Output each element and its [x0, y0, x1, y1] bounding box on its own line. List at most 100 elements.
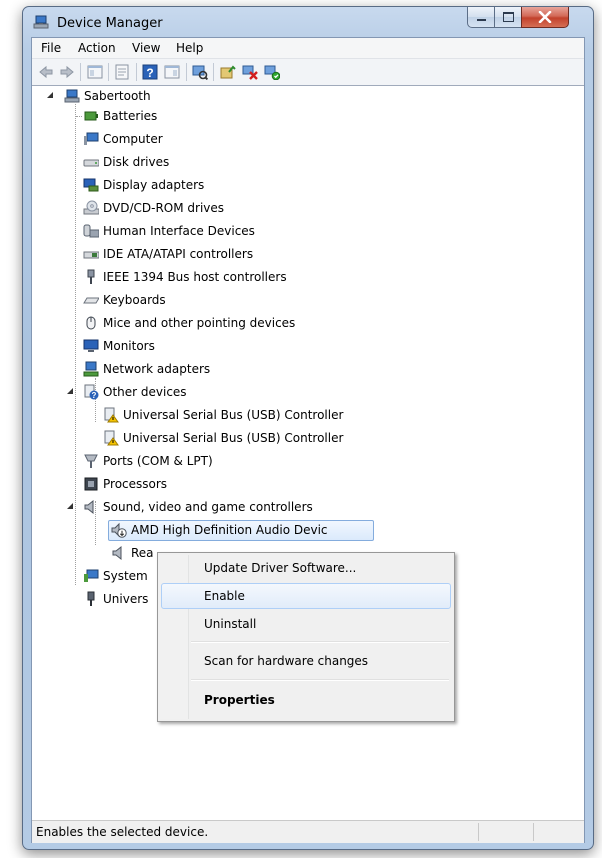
uninstall-icon[interactable] — [242, 64, 258, 80]
expand-icon[interactable] — [67, 111, 73, 121]
tree-item-sound-video[interactable]: Sound, video and game controllers — [38, 497, 358, 517]
menu-help[interactable]: Help — [176, 41, 203, 55]
tree-item-label: DVD/CD-ROM drives — [103, 201, 225, 215]
expand-icon[interactable] — [67, 249, 73, 259]
tree-item-hid[interactable]: Human Interface Devices — [38, 221, 298, 241]
menu-view[interactable]: View — [132, 41, 160, 55]
menu-item-enable[interactable]: Enable — [161, 583, 451, 609]
mouse-icon — [86, 316, 96, 330]
toolbar: ? — [32, 59, 584, 86]
forward-icon[interactable] — [59, 64, 75, 80]
tree-item-ide-ata[interactable]: IDE ATA/ATAPI controllers — [38, 244, 298, 264]
collapse-icon[interactable] — [67, 388, 73, 394]
tree-item-usb-controller-1[interactable]: Universal Serial Bus (USB) Controller — [38, 405, 438, 425]
show-hide-console-tree-icon[interactable] — [87, 64, 103, 80]
tree-item-amd-audio[interactable]: AMD High Definition Audio Devic — [38, 520, 378, 540]
tree-item-label: Other devices — [103, 385, 187, 399]
tree-item-computer[interactable]: Computer — [38, 129, 298, 149]
svg-text:?: ? — [92, 391, 97, 400]
expand-icon[interactable] — [67, 272, 73, 282]
expand-icon[interactable] — [67, 134, 73, 144]
close-icon — [538, 11, 552, 23]
expand-icon[interactable] — [67, 180, 73, 190]
hid-icon — [83, 224, 99, 238]
menu-action[interactable]: Action — [78, 41, 116, 55]
ieee1394-icon — [87, 269, 95, 284]
tree-item-label: Human Interface Devices — [103, 224, 255, 238]
system-device-icon — [84, 569, 99, 582]
minimize-icon — [477, 19, 486, 21]
collapse-icon[interactable] — [47, 92, 53, 98]
tree-item-label: Ports (COM & LPT) — [103, 454, 213, 468]
tree-item-label: IEEE 1394 Bus host controllers — [103, 270, 287, 284]
expand-icon[interactable] — [67, 479, 73, 489]
toolbar-separator — [136, 63, 137, 81]
menu-item-label: Update Driver Software... — [204, 561, 357, 575]
expand-icon[interactable] — [67, 571, 73, 581]
collapse-icon[interactable] — [67, 503, 73, 509]
expand-icon[interactable] — [67, 203, 73, 213]
svg-text:?: ? — [146, 66, 153, 80]
tree-item-label: IDE ATA/ATAPI controllers — [103, 247, 254, 261]
enable-icon[interactable] — [264, 64, 280, 80]
tree-item-keyboards[interactable]: Keyboards — [38, 290, 298, 310]
tree-item-label: Display adapters — [103, 178, 205, 192]
tree-item-other-devices[interactable]: ? Other devices — [38, 382, 298, 402]
expand-icon[interactable] — [67, 318, 73, 328]
port-icon — [84, 454, 98, 468]
monitor-icon — [83, 339, 99, 352]
tree-item-label: Univers — [103, 592, 149, 606]
tree-item-dvd-cd-rom[interactable]: DVD/CD-ROM drives — [38, 198, 298, 218]
tree-root[interactable]: Sabertooth — [38, 86, 238, 106]
tree-item-ieee1394[interactable]: IEEE 1394 Bus host controllers — [38, 267, 298, 287]
help-icon[interactable]: ? — [142, 64, 158, 80]
dvd-drive-icon — [83, 200, 99, 215]
menu-file[interactable]: File — [41, 41, 61, 55]
tree-item-display-adapters[interactable]: Display adapters — [38, 175, 298, 195]
computer-icon — [84, 132, 99, 145]
menu-item-uninstall[interactable]: Uninstall — [161, 612, 449, 636]
expand-icon[interactable] — [67, 157, 73, 167]
expand-icon[interactable] — [67, 594, 73, 604]
menu-item-label: Scan for hardware changes — [204, 654, 369, 668]
menu-separator — [191, 679, 449, 681]
warning-device-icon — [104, 407, 119, 423]
maximize-button[interactable] — [494, 7, 523, 28]
menu-item-update-driver[interactable]: Update Driver Software... — [161, 556, 449, 580]
show-action-pane-icon[interactable] — [164, 64, 180, 80]
scan-hardware-icon[interactable] — [192, 64, 208, 80]
minimize-button[interactable] — [467, 7, 496, 28]
tree-item-batteries[interactable]: Batteries — [38, 106, 298, 126]
menu-item-scan-hardware[interactable]: Scan for hardware changes — [161, 649, 449, 673]
title-bar[interactable]: Device Manager — [23, 7, 593, 37]
disabled-speaker-icon — [111, 522, 127, 538]
processor-icon — [84, 477, 98, 491]
expand-icon[interactable] — [67, 226, 73, 236]
expand-icon[interactable] — [67, 456, 73, 466]
tree-item-label: Universal Serial Bus (USB) Controller — [123, 408, 344, 422]
expand-icon[interactable] — [67, 364, 73, 374]
tree-item-ports[interactable]: Ports (COM & LPT) — [38, 451, 298, 471]
properties-icon[interactable] — [114, 64, 130, 80]
device-manager-window: Device Manager File Action View Help ? S… — [22, 6, 594, 850]
maximize-icon — [503, 12, 514, 22]
tree-item-usb-controller-2[interactable]: Universal Serial Bus (USB) Controller — [38, 428, 438, 448]
expand-icon[interactable] — [67, 295, 73, 305]
tree-item-processors[interactable]: Processors — [38, 474, 298, 494]
tree-item-mice[interactable]: Mice and other pointing devices — [38, 313, 338, 333]
back-icon[interactable] — [38, 64, 54, 80]
expand-icon[interactable] — [67, 341, 73, 351]
tree-item-network-adapters[interactable]: Network adapters — [38, 359, 298, 379]
update-driver-icon[interactable] — [220, 64, 236, 80]
menu-item-properties[interactable]: Properties — [161, 688, 449, 712]
tree-item-label: Sound, video and game controllers — [103, 500, 313, 514]
display-adapter-icon — [83, 178, 99, 192]
tree-item-disk-drives[interactable]: Disk drives — [38, 152, 298, 172]
menu-item-label: Uninstall — [204, 617, 257, 631]
tree-item-label: Computer — [103, 132, 163, 146]
status-divider — [478, 823, 479, 841]
close-button[interactable] — [521, 7, 569, 28]
tree-item-monitors[interactable]: Monitors — [38, 336, 298, 356]
tree-item-label: Disk drives — [103, 155, 170, 169]
menu-separator — [191, 641, 449, 643]
